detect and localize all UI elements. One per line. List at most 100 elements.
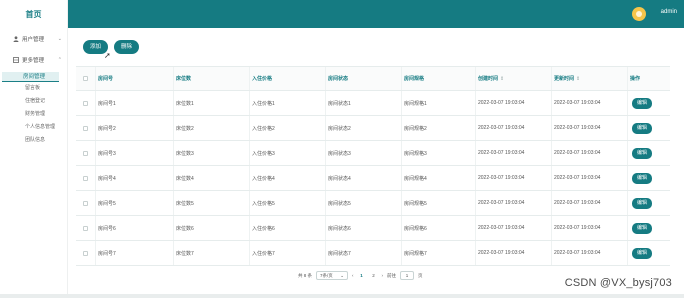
sort-icon[interactable]: ⇕ bbox=[500, 76, 504, 82]
table-cell: 2022-03-07 19:03:04 bbox=[552, 116, 628, 140]
sidebar-item-team-info[interactable]: 团队信息 bbox=[0, 134, 67, 147]
username[interactable]: admin bbox=[661, 9, 677, 15]
table-cell: 房间状态7 bbox=[326, 241, 402, 265]
edit-button[interactable]: 编辑 bbox=[632, 197, 653, 209]
table-cell: 床位数5 bbox=[174, 191, 250, 215]
table-cell: 入住价格4 bbox=[250, 166, 326, 190]
chevron-down-icon: ⌄ bbox=[57, 36, 62, 42]
table-cell: 入住价格6 bbox=[250, 216, 326, 240]
goto-page-input[interactable]: 1 bbox=[400, 271, 415, 280]
row-checkbox[interactable] bbox=[83, 250, 88, 256]
edit-button[interactable]: 编辑 bbox=[632, 247, 653, 259]
watermark: CSDN @VX_bysj703 bbox=[564, 277, 672, 289]
edit-button[interactable]: 编辑 bbox=[632, 222, 653, 234]
table-cell: 床位数6 bbox=[174, 216, 250, 240]
edit-button[interactable]: 编辑 bbox=[632, 172, 653, 184]
toolbar: 添加 删除 bbox=[83, 40, 140, 54]
menu-more-management[interactable]: 更多管理 ⌃ bbox=[0, 49, 67, 70]
table-cell: 入住价格1 bbox=[250, 91, 326, 115]
page-2[interactable]: 2 bbox=[370, 273, 378, 278]
top-bar: admin bbox=[68, 0, 684, 28]
table-row: 房间号7 床位数7 入住价格7 房间状态7 房间规格7 2022-03-07 19:03:… bbox=[76, 241, 670, 266]
table-cell: 2022-03-07 19:03:04 bbox=[476, 116, 552, 140]
delete-button[interactable]: 删除 bbox=[114, 40, 140, 54]
page-suffix: 页 bbox=[418, 272, 423, 278]
row-checkbox[interactable] bbox=[83, 150, 88, 156]
col-price: 入住价格 bbox=[250, 67, 326, 90]
sidebar-item-message-board[interactable]: 留言板 bbox=[0, 82, 67, 95]
table-cell: 房间号7 bbox=[96, 241, 174, 265]
table-cell: 2022-03-07 19:03:04 bbox=[552, 141, 628, 165]
row-checkbox[interactable] bbox=[83, 200, 88, 206]
brand-home[interactable]: 首页 bbox=[0, 0, 67, 28]
table-cell: 床位数2 bbox=[174, 116, 250, 140]
edit-button[interactable]: 编辑 bbox=[632, 97, 653, 109]
row-checkbox[interactable] bbox=[83, 225, 88, 231]
table-cell: 房间状态5 bbox=[326, 191, 402, 215]
table-cell: 2022-03-07 19:03:04 bbox=[476, 216, 552, 240]
avatar-icon[interactable] bbox=[632, 7, 646, 21]
table-row: 房间号5 床位数5 入住价格5 房间状态5 房间规格5 2022-03-07 19:03:… bbox=[76, 191, 670, 216]
table-cell: 2022-03-07 19:03:04 bbox=[476, 191, 552, 215]
edit-button[interactable]: 编辑 bbox=[632, 147, 653, 159]
col-created[interactable]: 创建时间 ⇕ bbox=[476, 67, 552, 90]
table-cell: 2022-03-07 19:03:04 bbox=[552, 91, 628, 115]
chevron-down-icon: ⌄ bbox=[340, 273, 345, 278]
table-cell: 床位数1 bbox=[174, 91, 250, 115]
col-updated[interactable]: 更新时间 ⇕ bbox=[552, 67, 628, 90]
mouse-cursor-icon: ➚ bbox=[104, 51, 111, 60]
row-checkbox[interactable] bbox=[83, 100, 88, 106]
row-checkbox[interactable] bbox=[83, 125, 88, 131]
menu-user-management-label: 用户管理 bbox=[22, 36, 45, 43]
table-cell: 2022-03-07 19:03:04 bbox=[476, 141, 552, 165]
table-cell: 房间规格4 bbox=[402, 166, 476, 190]
table-cell: 入住价格2 bbox=[250, 116, 326, 140]
col-status: 房间状态 bbox=[326, 67, 402, 90]
sidebar-item-checkin[interactable]: 住宿登记 bbox=[0, 95, 67, 108]
pagination: 共 8 条 7条/页 ⌄ ‹ 1 2 › 前往 1 页 bbox=[298, 271, 423, 280]
sidebar-item-personal-info[interactable]: 个人信息管理 bbox=[0, 121, 67, 134]
table-cell: 2022-03-07 19:03:04 bbox=[552, 216, 628, 240]
chevron-up-icon: ⌃ bbox=[57, 57, 62, 63]
table-cell: 房间状态6 bbox=[326, 216, 402, 240]
col-room-number: 房间号 bbox=[96, 67, 174, 90]
goto-label: 前往 bbox=[387, 272, 397, 278]
table-row: 房间号4 床位数4 入住价格4 房间状态4 房间规格4 2022-03-07 19:03:… bbox=[76, 166, 670, 191]
user-icon bbox=[13, 35, 19, 42]
table-cell: 房间号1 bbox=[96, 91, 174, 115]
table-cell: 房间规格5 bbox=[402, 191, 476, 215]
prev-page-icon[interactable]: ‹ bbox=[352, 273, 354, 278]
col-actions: 操作 bbox=[630, 76, 641, 82]
row-checkbox[interactable] bbox=[83, 175, 88, 181]
col-bed-count: 床位数 bbox=[174, 67, 250, 90]
page-size-select[interactable]: 7条/页 ⌄ bbox=[316, 271, 349, 280]
edit-button[interactable]: 编辑 bbox=[632, 122, 653, 134]
table-cell: 入住价格7 bbox=[250, 241, 326, 265]
menu-more-management-label: 更多管理 bbox=[22, 57, 45, 64]
table-cell: 2022-03-07 19:03:04 bbox=[476, 241, 552, 265]
menu-user-management[interactable]: 用户管理 ⌄ bbox=[0, 28, 67, 49]
sidebar-item-room-management[interactable]: 房间管理 bbox=[2, 72, 59, 82]
table-row: 房间号3 床位数3 入住价格3 房间状态3 房间规格3 2022-03-07 19:03:… bbox=[76, 141, 670, 166]
select-all-checkbox[interactable] bbox=[83, 76, 88, 81]
table-cell: 2022-03-07 19:03:04 bbox=[476, 166, 552, 190]
table-cell: 房间号6 bbox=[96, 216, 174, 240]
total-count: 共 8 条 bbox=[298, 272, 313, 278]
sidebar-item-finance[interactable]: 财务管理 bbox=[0, 108, 67, 121]
table-cell: 房间状态2 bbox=[326, 116, 402, 140]
table-cell: 房间号4 bbox=[96, 166, 174, 190]
sidebar: 首页 用户管理 ⌄ 更多管理 ⌃ 房间管理 留言板 住宿登记 财务管理 个人信息… bbox=[0, 0, 68, 298]
table-cell: 房间号5 bbox=[96, 191, 174, 215]
table-cell: 房间状态4 bbox=[326, 166, 402, 190]
bottom-strip bbox=[0, 294, 684, 298]
page-1[interactable]: 1 bbox=[358, 273, 366, 278]
col-spec: 房间规格 bbox=[402, 67, 476, 90]
table-cell: 房间号2 bbox=[96, 116, 174, 140]
table-cell: 2022-03-07 19:03:04 bbox=[552, 166, 628, 190]
table-cell: 2022-03-07 19:03:04 bbox=[476, 91, 552, 115]
next-page-icon[interactable]: › bbox=[382, 273, 384, 278]
table-cell: 床位数7 bbox=[174, 241, 250, 265]
table-cell: 房间规格6 bbox=[402, 216, 476, 240]
sort-icon[interactable]: ⇕ bbox=[576, 76, 580, 82]
table-cell: 床位数3 bbox=[174, 141, 250, 165]
